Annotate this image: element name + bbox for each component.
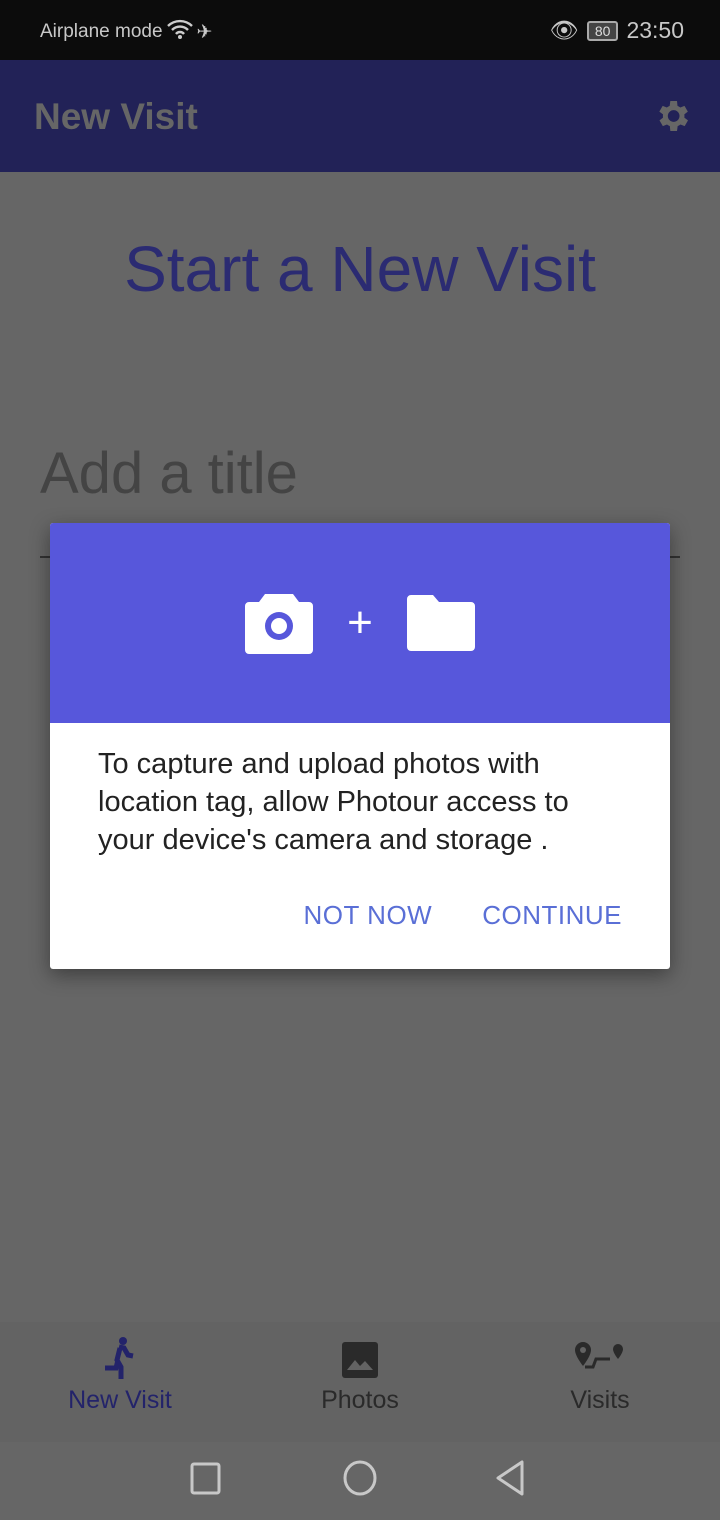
camera-icon (245, 594, 314, 654)
running-person-icon (105, 1337, 134, 1379)
folder-icon (406, 595, 475, 651)
nav-label: Visits (570, 1386, 630, 1414)
back-button[interactable] (494, 1460, 528, 1498)
network-status: Airplane mode (40, 21, 163, 42)
nav-item-new-visit[interactable]: New Visit (30, 1336, 210, 1415)
status-bar: Airplane mode ✈ 👁 80 23:50 (0, 0, 720, 60)
image-icon (342, 1342, 378, 1378)
recents-button[interactable] (190, 1462, 222, 1496)
nav-item-visits[interactable]: Visits (510, 1336, 690, 1415)
continue-button[interactable]: CONTINUE (482, 900, 622, 931)
system-navigation-bar (0, 1442, 720, 1520)
airplane-icon: ✈ (196, 21, 213, 43)
page-headline: Start a New Visit (124, 233, 596, 305)
battery-indicator: 80 (586, 20, 619, 41)
clock: 23:50 (626, 17, 684, 43)
app-title: New Visit (34, 96, 198, 137)
home-button[interactable] (342, 1460, 378, 1496)
bottom-navigation: New Visit Photos Visits (0, 1322, 720, 1442)
gear-icon[interactable] (652, 96, 692, 136)
dialog-message: To capture and upload photos with locati… (98, 748, 569, 856)
app-bar: New Visit (0, 60, 720, 172)
nav-label: Photos (321, 1386, 399, 1414)
nav-item-photos[interactable]: Photos (270, 1336, 450, 1415)
title-input[interactable]: Add a title (40, 440, 298, 507)
dialog-header: + (50, 523, 670, 723)
nav-label: New Visit (68, 1386, 172, 1414)
wifi-icon (166, 19, 193, 45)
plus-sign: + (347, 598, 373, 647)
route-icon (575, 1342, 623, 1369)
eye-comfort-icon: 👁 (549, 17, 579, 43)
not-now-button[interactable]: NOT NOW (304, 900, 433, 931)
permission-dialog: + To capture and upload photos with loca… (50, 523, 670, 969)
